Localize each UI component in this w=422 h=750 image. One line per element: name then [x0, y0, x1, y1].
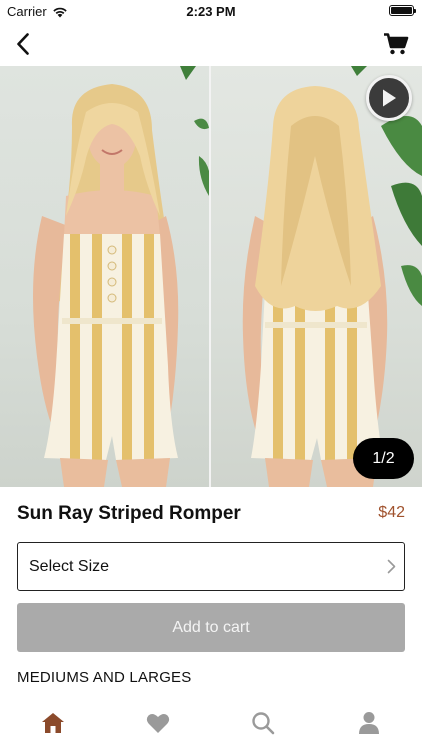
product-description: MEDIUMS AND LARGES [17, 669, 192, 686]
play-icon [383, 89, 396, 107]
gallery-page-indicator: 1/2 [353, 438, 414, 479]
size-select[interactable]: Select Size [17, 542, 405, 591]
product-photo-front [0, 66, 209, 487]
add-to-cart-button[interactable]: Add to cart [17, 603, 405, 652]
cart-button[interactable] [380, 28, 412, 60]
cart-icon [384, 33, 409, 55]
play-video-button[interactable] [366, 75, 412, 121]
product-photo-back [211, 66, 422, 487]
size-select-label: Select Size [29, 558, 110, 575]
tab-home[interactable] [38, 710, 68, 736]
nav-bar [0, 22, 422, 66]
heart-icon [146, 714, 170, 733]
battery-icon [389, 5, 416, 16]
back-button[interactable] [8, 28, 38, 60]
tab-bar [0, 700, 422, 750]
status-bar: Carrier 2:23 PM [0, 0, 422, 22]
tab-favorites[interactable] [143, 710, 173, 736]
chevron-left-icon [17, 33, 29, 55]
clock: 2:23 PM [186, 4, 236, 19]
product-title: Sun Ray Striped Romper [17, 503, 241, 524]
tab-search[interactable] [248, 710, 278, 736]
tab-profile[interactable] [354, 710, 384, 736]
product-price: $42 [378, 504, 405, 521]
home-icon [42, 713, 64, 733]
chevron-right-icon [387, 559, 396, 574]
search-icon [252, 712, 275, 735]
profile-icon [359, 712, 379, 734]
product-gallery[interactable]: 1/2 [0, 66, 422, 487]
